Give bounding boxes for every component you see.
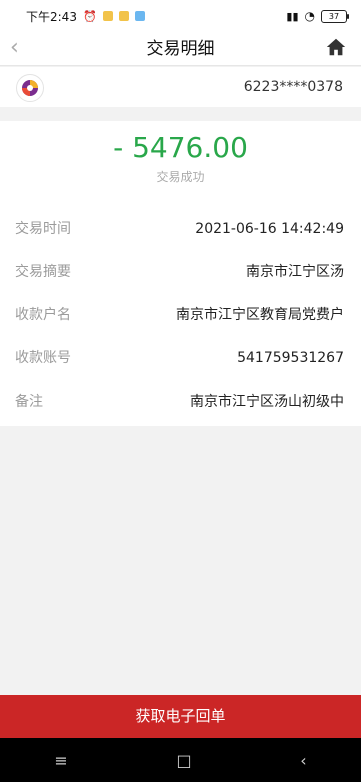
detail-label: 收款账号 xyxy=(15,350,71,366)
transaction-amount: - 5476.00 xyxy=(113,131,248,164)
detail-value: 541759531267 xyxy=(237,350,344,366)
account-row: 6223****0378 xyxy=(0,67,361,107)
detail-label: 交易摘要 xyxy=(15,264,71,280)
detail-row: 收款户名 南京市江宁区教育局党费户 xyxy=(0,293,361,337)
detail-value: 南京市江宁区教育局党费户 xyxy=(176,307,344,323)
detail-row: 交易时间 2021-06-16 14:42:49 xyxy=(0,207,361,251)
battery-level: 37 xyxy=(328,11,340,21)
battery-icon: 37 xyxy=(321,9,349,23)
nav-bar: ‹ 交易明细 xyxy=(0,32,361,66)
home-icon[interactable]: □ xyxy=(176,751,191,770)
back-icon[interactable]: ‹ xyxy=(300,751,306,770)
system-navigation-bar: ≡ □ ‹ xyxy=(0,738,361,782)
status-bar: 下午2:43 ⏰ ▮▮ ◔ 37 xyxy=(0,0,361,32)
bank-logo-icon xyxy=(16,74,44,102)
get-e-receipt-button[interactable]: 获取电子回单 xyxy=(0,695,361,738)
notification-icon xyxy=(134,11,145,21)
detail-label: 备注 xyxy=(15,394,43,410)
notification-icon xyxy=(102,11,113,21)
detail-value: 2021-06-16 14:42:49 xyxy=(195,221,344,237)
alarm-icon: ⏰ xyxy=(82,9,97,23)
detail-row: 交易摘要 南京市江宁区汤 xyxy=(0,250,361,294)
wifi-icon: ◔ xyxy=(304,9,315,23)
detail-label: 收款户名 xyxy=(15,307,71,323)
menu-icon[interactable]: ≡ xyxy=(54,751,67,770)
transaction-card: - 5476.00 交易成功 交易时间 2021-06-16 14:42:49 … xyxy=(0,121,361,426)
detail-label: 交易时间 xyxy=(15,221,71,237)
transaction-status: 交易成功 xyxy=(156,170,205,184)
detail-value: 南京市江宁区汤山初级中 xyxy=(190,394,344,410)
detail-value: 南京市江宁区汤 xyxy=(246,264,344,280)
notification-icon xyxy=(118,11,129,21)
account-number: 6223****0378 xyxy=(243,79,343,95)
page-title: 交易明细 xyxy=(146,39,215,59)
home-icon[interactable] xyxy=(325,36,347,58)
detail-row: 备注 南京市江宁区汤山初级中 xyxy=(0,380,361,424)
status-time: 下午2:43 xyxy=(26,9,77,24)
detail-row: 收款账号 541759531267 xyxy=(0,336,361,380)
signal-icon: ▮▮ xyxy=(286,9,299,23)
